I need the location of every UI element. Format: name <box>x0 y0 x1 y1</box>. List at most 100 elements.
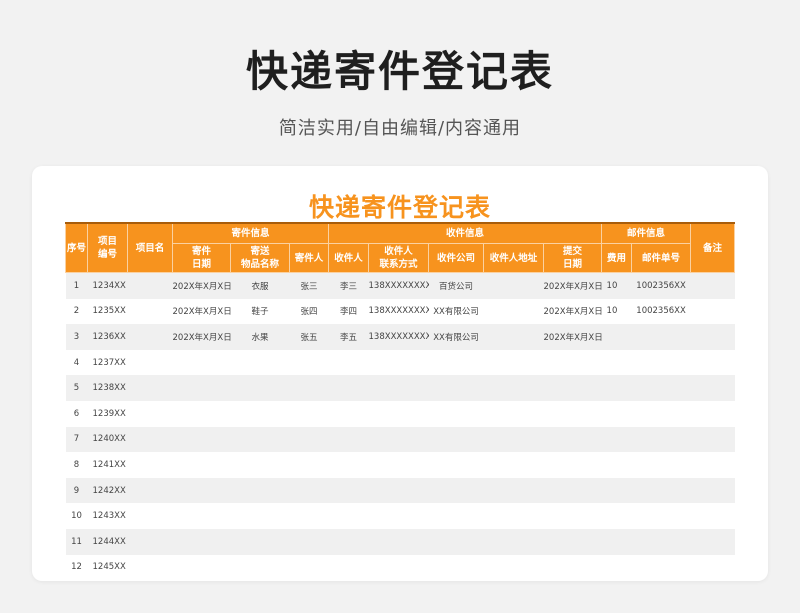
cell-submit-date[interactable] <box>543 400 602 427</box>
cell-project-no[interactable]: 1237XX <box>87 349 128 376</box>
cell-tracking-no[interactable] <box>631 528 691 555</box>
cell-project-no[interactable]: 1241XX <box>87 452 128 478</box>
cell-item-name[interactable]: 鞋子 <box>230 298 290 325</box>
cell-sender[interactable] <box>289 400 329 427</box>
cell-item-name[interactable] <box>230 426 290 453</box>
cell-project-name[interactable] <box>127 324 173 350</box>
cell-remark[interactable] <box>690 503 735 529</box>
cell-submit-date[interactable] <box>543 503 602 529</box>
cell-remark[interactable] <box>690 554 735 581</box>
cell-receiver-address[interactable] <box>483 324 544 350</box>
cell-tracking-no[interactable] <box>631 452 691 478</box>
cell-send-date[interactable]: 202X年X月X日 <box>172 324 231 350</box>
cell-fee[interactable] <box>601 349 632 376</box>
cell-send-date[interactable] <box>172 426 231 453</box>
cell-receiver-address[interactable] <box>483 452 544 478</box>
cell-remark[interactable] <box>690 349 735 376</box>
cell-seq[interactable]: 5 <box>65 375 88 401</box>
cell-tracking-no[interactable]: 1002356XX <box>631 298 691 325</box>
cell-submit-date[interactable] <box>543 349 602 376</box>
cell-receiver-address[interactable] <box>483 375 544 401</box>
cell-seq[interactable]: 10 <box>65 503 88 529</box>
cell-fee[interactable]: 10 <box>601 272 632 299</box>
cell-submit-date[interactable] <box>543 477 602 504</box>
cell-send-date[interactable] <box>172 477 231 504</box>
cell-sender[interactable]: 张三 <box>289 272 329 299</box>
cell-project-name[interactable] <box>127 452 173 478</box>
cell-fee[interactable] <box>601 375 632 401</box>
cell-project-no[interactable]: 1243XX <box>87 503 128 529</box>
cell-seq[interactable]: 2 <box>65 298 88 325</box>
cell-item-name[interactable] <box>230 400 290 427</box>
cell-remark[interactable] <box>690 298 735 325</box>
cell-remark[interactable] <box>690 324 735 350</box>
cell-project-no[interactable]: 1244XX <box>87 528 128 555</box>
cell-receiver[interactable] <box>328 554 369 581</box>
cell-submit-date[interactable] <box>543 452 602 478</box>
cell-tracking-no[interactable] <box>631 503 691 529</box>
cell-project-no[interactable]: 1234XX <box>87 272 128 299</box>
cell-receiver-contact[interactable] <box>368 554 429 581</box>
cell-sender[interactable]: 张四 <box>289 298 329 325</box>
cell-receiver-company[interactable]: 百货公司 <box>428 272 484 299</box>
cell-item-name[interactable] <box>230 375 290 401</box>
cell-project-no[interactable]: 1240XX <box>87 426 128 453</box>
cell-remark[interactable] <box>690 452 735 478</box>
cell-receiver[interactable]: 李四 <box>328 298 369 325</box>
cell-project-name[interactable] <box>127 426 173 453</box>
cell-receiver-contact[interactable] <box>368 349 429 376</box>
cell-fee[interactable] <box>601 400 632 427</box>
cell-sender[interactable] <box>289 528 329 555</box>
cell-send-date[interactable] <box>172 503 231 529</box>
cell-fee[interactable] <box>601 477 632 504</box>
cell-fee[interactable] <box>601 503 632 529</box>
cell-receiver-company[interactable] <box>428 426 484 453</box>
cell-submit-date[interactable]: 202X年X月X日 <box>543 298 602 325</box>
cell-fee[interactable] <box>601 324 632 350</box>
cell-seq[interactable]: 3 <box>65 324 88 350</box>
cell-receiver[interactable] <box>328 426 369 453</box>
cell-receiver-address[interactable] <box>483 349 544 376</box>
cell-project-no[interactable]: 1242XX <box>87 477 128 504</box>
cell-tracking-no[interactable] <box>631 477 691 504</box>
cell-receiver-contact[interactable] <box>368 426 429 453</box>
cell-submit-date[interactable] <box>543 375 602 401</box>
cell-project-name[interactable] <box>127 272 173 299</box>
cell-project-name[interactable] <box>127 349 173 376</box>
cell-tracking-no[interactable] <box>631 426 691 453</box>
cell-seq[interactable]: 7 <box>65 426 88 453</box>
cell-receiver-company[interactable]: XX有限公司 <box>428 298 484 325</box>
cell-receiver-contact[interactable]: 138XXXXXXXX <box>368 298 429 325</box>
cell-sender[interactable] <box>289 349 329 376</box>
cell-send-date[interactable]: 202X年X月X日 <box>172 272 231 299</box>
cell-receiver[interactable] <box>328 400 369 427</box>
cell-receiver-company[interactable] <box>428 477 484 504</box>
cell-send-date[interactable] <box>172 452 231 478</box>
cell-submit-date[interactable] <box>543 528 602 555</box>
cell-seq[interactable]: 8 <box>65 452 88 478</box>
cell-sender[interactable] <box>289 426 329 453</box>
cell-receiver-contact[interactable] <box>368 503 429 529</box>
cell-receiver[interactable] <box>328 375 369 401</box>
cell-fee[interactable] <box>601 554 632 581</box>
cell-remark[interactable] <box>690 272 735 299</box>
cell-sender[interactable] <box>289 477 329 504</box>
cell-receiver-address[interactable] <box>483 554 544 581</box>
cell-fee[interactable] <box>601 452 632 478</box>
cell-item-name[interactable] <box>230 503 290 529</box>
cell-sender[interactable] <box>289 554 329 581</box>
cell-receiver-company[interactable] <box>428 528 484 555</box>
cell-project-no[interactable]: 1238XX <box>87 375 128 401</box>
cell-receiver-company[interactable] <box>428 400 484 427</box>
cell-remark[interactable] <box>690 426 735 453</box>
cell-project-name[interactable] <box>127 554 173 581</box>
cell-tracking-no[interactable] <box>631 400 691 427</box>
cell-item-name[interactable] <box>230 554 290 581</box>
cell-item-name[interactable] <box>230 349 290 376</box>
cell-receiver-address[interactable] <box>483 298 544 325</box>
cell-tracking-no[interactable] <box>631 324 691 350</box>
cell-send-date[interactable] <box>172 528 231 555</box>
cell-project-name[interactable] <box>127 477 173 504</box>
cell-receiver-company[interactable] <box>428 375 484 401</box>
cell-receiver-company[interactable]: XX有限公司 <box>428 324 484 350</box>
